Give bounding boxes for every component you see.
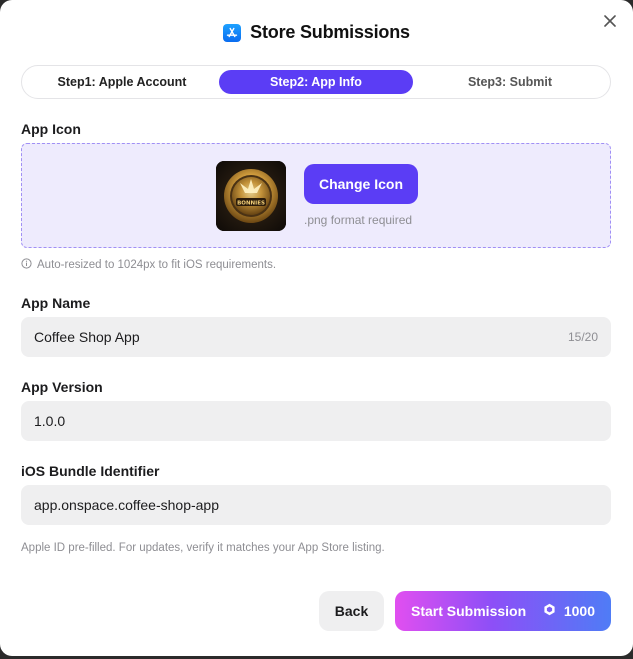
info-icon — [21, 258, 32, 272]
app-version-value: 1.0.0 — [34, 413, 66, 429]
step-submit[interactable]: Step3: Submit — [413, 70, 607, 94]
app-icon-label: App Icon — [21, 121, 81, 137]
bundle-id-field[interactable]: app.onspace.coffee-shop-app — [21, 485, 611, 525]
credits-amount: 1000 — [563, 603, 595, 619]
app-name-field[interactable]: Coffee Shop App 15/20 — [21, 317, 611, 357]
app-name-label: App Name — [21, 295, 91, 311]
app-version-label: App Version — [21, 379, 103, 395]
app-store-icon — [223, 23, 242, 42]
app-name-value: Coffee Shop App — [34, 329, 140, 345]
dialog-header: Store Submissions — [0, 22, 633, 43]
bundle-id-label: iOS Bundle Identifier — [21, 463, 160, 479]
resize-note-text: Auto-resized to 1024px to fit iOS requir… — [37, 259, 277, 271]
footer-note: Apple ID pre-filled. For updates, verify… — [21, 542, 385, 554]
resize-note: Auto-resized to 1024px to fit iOS requir… — [21, 258, 276, 272]
start-submission-label: Start Submission — [411, 603, 527, 619]
credit-token-icon — [543, 603, 556, 619]
icon-dropzone[interactable]: BONNIES Change Icon .png format required — [21, 143, 611, 248]
change-icon-button[interactable]: Change Icon — [304, 164, 418, 204]
app-version-field[interactable]: 1.0.0 — [21, 401, 611, 441]
credits-cost: 1000 — [543, 603, 595, 619]
app-icon-thumbnail: BONNIES — [216, 161, 286, 231]
svg-text:BONNIES: BONNIES — [237, 201, 265, 207]
step-apple-account[interactable]: Step1: Apple Account — [25, 70, 219, 94]
step-app-info[interactable]: Step2: App Info — [219, 70, 413, 94]
step-tabs: Step1: Apple Account Step2: App Info Ste… — [21, 65, 611, 99]
store-submissions-dialog: Store Submissions Step1: Apple Account S… — [0, 0, 633, 656]
dialog-title: Store Submissions — [250, 22, 410, 42]
format-hint: .png format required — [304, 213, 413, 227]
char-counter: 15/20 — [567, 330, 598, 344]
start-submission-button[interactable]: Start Submission 1000 — [395, 591, 611, 631]
back-button[interactable]: Back — [319, 591, 384, 631]
bundle-id-value: app.onspace.coffee-shop-app — [34, 497, 219, 513]
